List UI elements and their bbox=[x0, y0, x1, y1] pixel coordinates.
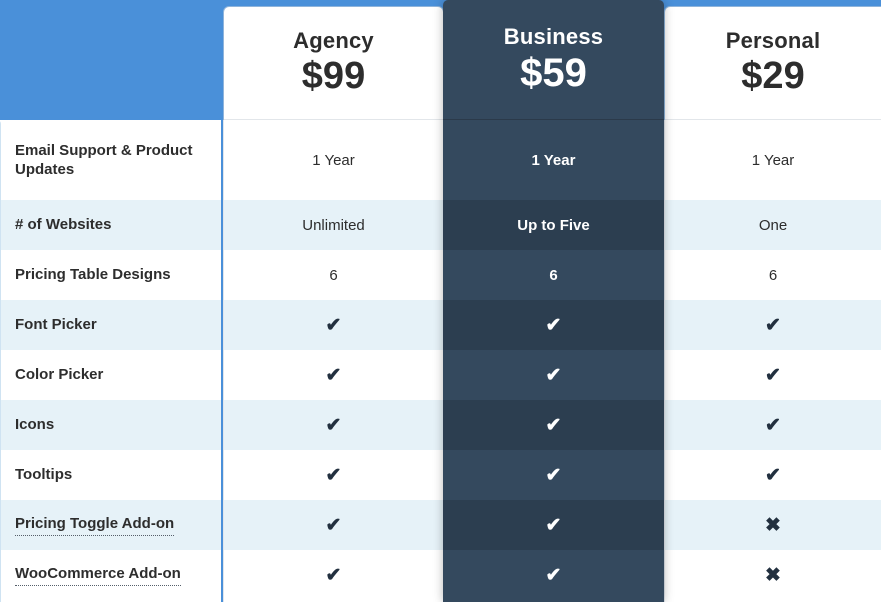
feature-label-row: # of Websites bbox=[1, 200, 221, 250]
plan-column-personal[interactable]: Personal $29 1 Year One 6 ✔ ✔ ✔ ✔ ✖ ✖ bbox=[665, 7, 881, 602]
check-icon: ✔ bbox=[765, 314, 781, 336]
plan-value-agency-1: Unlimited bbox=[302, 216, 365, 234]
plan-value-cell: 1 Year bbox=[443, 120, 664, 200]
feature-label-2: Pricing Table Designs bbox=[15, 266, 171, 284]
plan-value-rows-agency: 1 Year Unlimited 6 ✔ ✔ ✔ ✔ ✔ ✔ bbox=[224, 120, 443, 600]
plan-value-personal-2: 6 bbox=[768, 266, 778, 284]
feature-label-3: Font Picker bbox=[15, 316, 97, 334]
plan-value-cell: ✔ bbox=[224, 500, 443, 550]
plan-value-cell: ✔ bbox=[224, 550, 443, 600]
feature-label-row: Icons bbox=[1, 400, 221, 450]
plan-value-business-0: 1 Year bbox=[531, 151, 576, 169]
feature-label-8-tooltip-trigger[interactable]: WooCommerce Add-on bbox=[15, 564, 181, 587]
plan-value-cell: 6 bbox=[224, 250, 443, 300]
check-icon: ✔ bbox=[765, 464, 781, 486]
plan-value-cell: Up to Five bbox=[443, 200, 664, 250]
plan-value-cell: ✔ bbox=[665, 350, 881, 400]
check-icon: ✔ bbox=[325, 314, 342, 336]
check-icon: ✔ bbox=[325, 414, 342, 436]
check-icon: ✔ bbox=[325, 464, 342, 486]
plan-value-personal-1: One bbox=[758, 216, 788, 234]
plan-value-cell: ✔ bbox=[665, 450, 881, 500]
plan-value-cell: ✔ bbox=[665, 300, 881, 350]
feature-label-6: Tooltips bbox=[15, 466, 73, 484]
feature-label-column: Email Support & Product Updates # of Web… bbox=[0, 120, 223, 602]
plan-value-cell: ✔ bbox=[443, 400, 664, 450]
check-icon: ✔ bbox=[545, 514, 562, 536]
plan-header-personal: Personal $29 bbox=[665, 7, 881, 120]
feature-label-row: Color Picker bbox=[1, 350, 221, 400]
check-icon: ✔ bbox=[325, 564, 342, 586]
plan-name-personal: Personal bbox=[725, 28, 821, 54]
plan-column-business[interactable]: Business $59 1 Year Up to Five 6 ✔ ✔ ✔ ✔… bbox=[443, 0, 664, 602]
check-icon: ✔ bbox=[325, 364, 342, 386]
plan-value-rows-personal: 1 Year One 6 ✔ ✔ ✔ ✔ ✖ ✖ bbox=[665, 120, 881, 600]
plan-value-business-2: 6 bbox=[549, 266, 558, 284]
check-icon: ✔ bbox=[545, 414, 562, 436]
plan-price-agency: $99 bbox=[301, 54, 366, 97]
plan-value-cell: ✔ bbox=[224, 300, 443, 350]
feature-label-row: Pricing Toggle Add-on bbox=[1, 500, 221, 550]
check-icon: ✔ bbox=[545, 464, 562, 486]
plan-value-cell: ✖ bbox=[665, 550, 881, 600]
cross-icon: ✖ bbox=[765, 564, 781, 586]
check-icon: ✔ bbox=[765, 364, 781, 386]
feature-label-4: Color Picker bbox=[15, 366, 104, 384]
plan-name-business: Business bbox=[503, 23, 604, 49]
plan-value-cell: ✔ bbox=[443, 550, 664, 600]
plan-value-cell: ✔ bbox=[443, 350, 664, 400]
plan-value-business-1: Up to Five bbox=[517, 216, 590, 234]
check-icon: ✔ bbox=[545, 564, 562, 586]
feature-label-0: Email Support & Product Updates bbox=[15, 141, 193, 179]
cross-icon: ✖ bbox=[765, 514, 781, 536]
check-icon: ✔ bbox=[545, 314, 562, 336]
pricing-comparison-table: Email Support & Product Updates # of Web… bbox=[0, 0, 881, 602]
plan-value-rows-business: 1 Year Up to Five 6 ✔ ✔ ✔ ✔ ✔ ✔ bbox=[443, 120, 664, 600]
plan-value-personal-0: 1 Year bbox=[751, 151, 795, 169]
plan-value-cell: ✔ bbox=[224, 450, 443, 500]
plan-column-agency[interactable]: Agency $99 1 Year Unlimited 6 ✔ ✔ ✔ ✔ ✔ … bbox=[224, 7, 443, 602]
plan-value-agency-0: 1 Year bbox=[312, 151, 355, 169]
plan-value-cell: ✔ bbox=[224, 350, 443, 400]
plan-price-business: $59 bbox=[520, 51, 587, 96]
plan-value-cell: ✔ bbox=[443, 300, 664, 350]
check-icon: ✔ bbox=[325, 514, 342, 536]
plan-header-business: Business $59 bbox=[443, 0, 664, 120]
plan-value-cell: ✔ bbox=[665, 400, 881, 450]
check-icon: ✔ bbox=[765, 414, 781, 436]
feature-label-row: Email Support & Product Updates bbox=[1, 120, 221, 200]
plan-value-cell: ✔ bbox=[443, 500, 664, 550]
feature-label-5: Icons bbox=[15, 416, 55, 434]
plan-value-cell: ✖ bbox=[665, 500, 881, 550]
feature-label-row: Pricing Table Designs bbox=[1, 250, 221, 300]
plan-value-agency-2: 6 bbox=[329, 266, 338, 284]
plan-value-cell: 1 Year bbox=[665, 120, 881, 200]
plan-value-cell: 6 bbox=[443, 250, 664, 300]
feature-label-rows: Email Support & Product Updates # of Web… bbox=[1, 120, 221, 600]
plan-value-cell: 6 bbox=[665, 250, 881, 300]
plan-value-cell: One bbox=[665, 200, 881, 250]
check-icon: ✔ bbox=[545, 364, 562, 386]
plan-value-cell: Unlimited bbox=[224, 200, 443, 250]
plan-header-agency: Agency $99 bbox=[224, 7, 443, 120]
feature-label-row: WooCommerce Add-on bbox=[1, 550, 221, 600]
plan-name-agency: Agency bbox=[293, 28, 374, 54]
feature-label-row: Tooltips bbox=[1, 450, 221, 500]
feature-label-7-tooltip-trigger[interactable]: Pricing Toggle Add-on bbox=[15, 514, 175, 537]
feature-label-1: # of Websites bbox=[15, 216, 112, 234]
plan-price-personal: $29 bbox=[741, 54, 805, 97]
feature-label-row: Font Picker bbox=[1, 300, 221, 350]
plan-value-cell: 1 Year bbox=[224, 120, 443, 200]
plan-value-cell: ✔ bbox=[443, 450, 664, 500]
plan-value-cell: ✔ bbox=[224, 400, 443, 450]
